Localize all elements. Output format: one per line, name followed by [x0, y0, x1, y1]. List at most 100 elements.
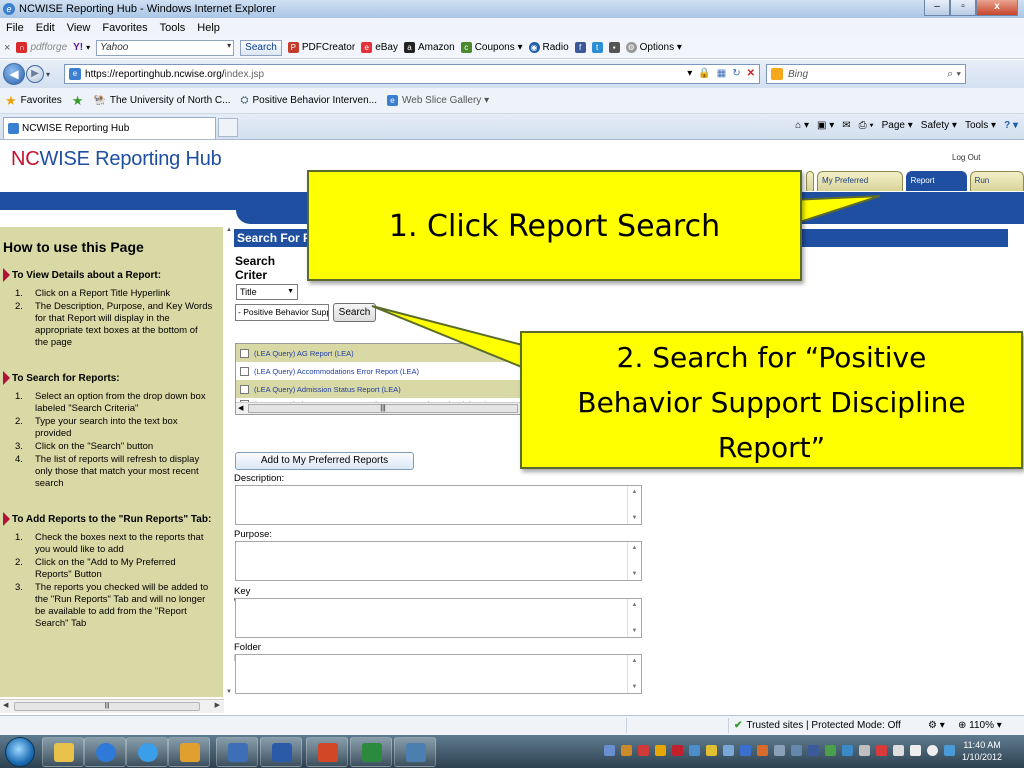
tray-icon[interactable]: [723, 745, 734, 756]
tray-icon[interactable]: [757, 745, 768, 756]
search-text-input[interactable]: - Positive Behavior Support Discipline R…: [235, 304, 329, 321]
help-icon[interactable]: ? ▾: [1004, 120, 1018, 131]
add-to-preferred-button[interactable]: Add to My Preferred Reports: [235, 452, 414, 470]
toolbar-ebay[interactable]: e eBay: [361, 42, 398, 53]
favorite-webslice[interactable]: e Web Slice Gallery ▾: [387, 95, 489, 106]
chevron-down-icon[interactable]: ▾: [227, 41, 231, 50]
menu-help[interactable]: Help: [197, 22, 220, 34]
start-button[interactable]: [5, 737, 35, 767]
tray-icon[interactable]: [672, 745, 683, 756]
home-icon[interactable]: ⌂ ▾: [795, 120, 809, 131]
tray-icon[interactable]: [893, 745, 904, 756]
textarea-scrollbar[interactable]: ▲ ▼: [627, 655, 641, 693]
tab-my-preferred-reports[interactable]: My Preferred Reports: [816, 171, 903, 203]
yahoo-logo[interactable]: Y! ▾: [73, 42, 90, 53]
menu-file[interactable]: File: [6, 22, 24, 34]
feeds-icon[interactable]: ▣ ▾: [817, 120, 834, 131]
toolbar-pdfcreator[interactable]: P PDFCreator: [287, 42, 355, 53]
toolbar-radio[interactable]: ◉ Radio: [528, 42, 569, 53]
taskbar-explorer[interactable]: [42, 737, 84, 767]
security-zone[interactable]: ✔ Trusted sites | Protected Mode: Off: [734, 720, 901, 731]
url-dropdown-icon[interactable]: ▾: [687, 68, 692, 79]
volume-icon[interactable]: [927, 745, 938, 756]
tray-icon[interactable]: [808, 745, 819, 756]
tray-icon[interactable]: [859, 745, 870, 756]
tab-hidden-stub[interactable]: [806, 171, 814, 191]
favorite-pbis[interactable]: ⛭ Positive Behavior Interven...: [240, 95, 377, 106]
report-row[interactable]: (LEA Query) Accommodations Error Report …: [236, 362, 542, 380]
tab-run-reports[interactable]: Run Reports: [969, 171, 1024, 203]
tray-icon[interactable]: [638, 745, 649, 756]
lock-icon[interactable]: 🔒: [698, 68, 710, 79]
zoom-level[interactable]: ⊕ 110% ▾: [958, 720, 1002, 731]
history-dropdown-icon[interactable]: ▾: [46, 70, 50, 79]
tray-icon[interactable]: [825, 745, 836, 756]
pdfforge-logo[interactable]: ∩ pdfforge: [16, 42, 67, 53]
browser-tab[interactable]: NCWISE Reporting Hub: [3, 117, 216, 139]
safety-menu[interactable]: Safety ▾: [921, 120, 957, 131]
widget-icon[interactable]: ▪: [608, 42, 620, 53]
close-button[interactable]: x: [976, 0, 1018, 16]
favorites-button[interactable]: ★ Favorites: [5, 93, 62, 109]
tray-icon[interactable]: [621, 745, 632, 756]
toolbar-coupons[interactable]: c Coupons ▾: [460, 42, 523, 53]
description-textarea[interactable]: ▲ ▼: [235, 485, 642, 525]
tray-icon[interactable]: [706, 745, 717, 756]
toolbar-amazon[interactable]: a Amazon: [404, 42, 455, 53]
report-row[interactable]: (LEA Query) Admission Status Report (LEA…: [236, 380, 542, 398]
scroll-thumb[interactable]: |||: [248, 404, 518, 413]
report-title-link[interactable]: (LEA Query) Accommodations Error Report …: [254, 367, 419, 376]
keywords-textarea[interactable]: ▲ ▼: [235, 598, 642, 638]
scroll-right-icon[interactable]: ▶: [215, 701, 220, 709]
taskbar-visio[interactable]: [216, 737, 258, 767]
scroll-left-icon[interactable]: ◀: [238, 404, 243, 412]
close-toolbar-icon[interactable]: ×: [4, 42, 10, 54]
mail-icon[interactable]: ✉: [842, 120, 850, 131]
search-criteria-select[interactable]: Title ▼: [236, 284, 298, 300]
network-icon[interactable]: [944, 745, 955, 756]
yahoo-search-button[interactable]: Search: [240, 39, 282, 56]
search-icon[interactable]: ⌕ ▾: [947, 68, 961, 81]
textarea-scrollbar[interactable]: ▲ ▼: [627, 599, 641, 637]
maximize-button[interactable]: ▫: [950, 0, 976, 16]
report-title-link[interactable]: (LEA Query) Admission Status Report (LEA…: [254, 385, 401, 394]
tray-icon[interactable]: [689, 745, 700, 756]
scroll-down-icon[interactable]: ▼: [224, 689, 234, 695]
taskbar-word[interactable]: [260, 737, 302, 767]
addons-status-icon[interactable]: ⚙ ▾: [928, 720, 945, 731]
add-favorite-button[interactable]: ★: [72, 93, 84, 109]
logout-link[interactable]: Log Out: [952, 153, 980, 162]
tray-icon[interactable]: [774, 745, 785, 756]
report-row[interactable]: (LEA Query) AG Report (LEA): [236, 344, 542, 362]
taskbar-excel[interactable]: [350, 737, 392, 767]
menu-tools[interactable]: Tools: [160, 22, 186, 34]
yahoo-search-input[interactable]: Yahoo ▾: [96, 39, 235, 56]
tray-icon[interactable]: [655, 745, 666, 756]
help-panel-vscroll[interactable]: ▲ ▼: [224, 227, 234, 697]
toolbar-options[interactable]: ⚙ Options ▾: [625, 42, 682, 53]
compat-view-icon[interactable]: ▦: [717, 68, 726, 79]
taskbar-media-player[interactable]: [84, 737, 126, 767]
facebook-icon[interactable]: f: [574, 42, 586, 53]
minimize-button[interactable]: –: [924, 0, 950, 16]
tray-icon[interactable]: [842, 745, 853, 756]
purpose-textarea[interactable]: ▲ ▼: [235, 541, 642, 581]
menu-view[interactable]: View: [67, 22, 91, 34]
page-menu[interactable]: Page ▾: [882, 120, 913, 131]
textarea-scrollbar[interactable]: ▲ ▼: [627, 486, 641, 524]
taskbar-internet-explorer[interactable]: [126, 737, 168, 767]
system-clock[interactable]: 11:40 AM 1/10/2012: [962, 739, 1002, 763]
menu-favorites[interactable]: Favorites: [102, 22, 147, 34]
url-input[interactable]: e https://reportinghub.ncwise.org/ index…: [64, 64, 761, 84]
tab-report-search[interactable]: Report Search: [905, 171, 967, 203]
scroll-up-icon[interactable]: ▲: [224, 227, 234, 233]
back-button[interactable]: ◀: [3, 63, 25, 85]
folder-location-textarea[interactable]: ▲ ▼: [235, 654, 642, 694]
twitter-icon[interactable]: t: [591, 42, 603, 53]
new-tab-button[interactable]: [218, 118, 238, 137]
taskbar-powerpoint[interactable]: [306, 737, 348, 767]
report-list-hscroll[interactable]: ◀ |||: [236, 402, 542, 414]
scroll-thumb[interactable]: |||: [14, 702, 200, 711]
textarea-scrollbar[interactable]: ▲ ▼: [627, 542, 641, 580]
report-title-link[interactable]: (LEA Query) AG Report (LEA): [254, 349, 354, 358]
